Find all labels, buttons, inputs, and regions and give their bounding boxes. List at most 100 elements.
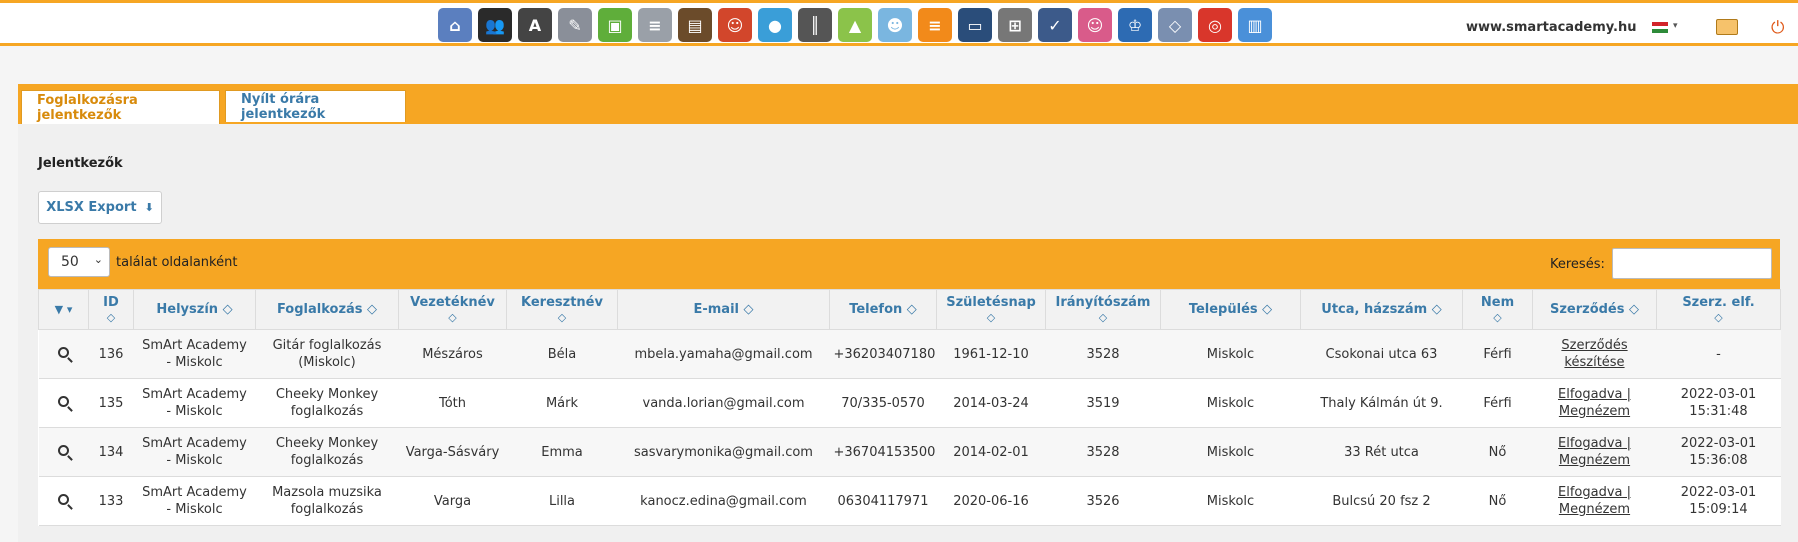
column-header-szerz_elf[interactable]: Szerz. elf. ◇ [1656,289,1781,330]
column-header-szerzodes[interactable]: Szerződés ◇ [1532,289,1657,330]
cell-text: 3519 [1086,395,1120,411]
column-header-iranyitoszam[interactable]: Irányítószám ◇ [1045,289,1161,330]
diamond-icon[interactable]: ◇ [1158,8,1192,42]
database-icon[interactable]: ▥ [1238,8,1272,42]
column-header-filter[interactable]: ▼ ▾ [38,289,89,330]
contract-link[interactable]: Megnézem [1537,452,1653,469]
location-pin-icon[interactable]: ● [758,8,792,42]
kids-icon[interactable]: ☺ [1078,8,1112,42]
tab-foglalkozasra-jelentkezok[interactable]: Foglalkozásra jelentkezők [21,90,220,124]
cell-text: Bulcsú 20 fsz 2 [1332,493,1431,509]
cell-text: +36704153500 [833,444,936,460]
cell-text: 06304117971 [837,493,929,509]
magnifier-icon[interactable] [58,346,69,358]
sort-filter-icon[interactable]: ▼ ▾ [55,303,73,316]
piano-icon[interactable]: ║ [798,8,832,42]
id-card-icon[interactable] [1716,19,1738,35]
landscape-icon[interactable]: ▲ [838,8,872,42]
cell-szuletesnap: 2014-03-24 [936,378,1046,428]
newspaper-icon[interactable]: ≡ [638,8,672,42]
column-header-email[interactable]: E-mail ◇ [617,289,830,330]
sort-icon[interactable]: ◇ [1463,310,1532,325]
contract-link[interactable]: Elfogadva | [1537,386,1653,403]
magnifier-icon[interactable] [58,444,69,456]
search-input[interactable] [1612,248,1772,279]
chevron-down-icon[interactable]: ▾ [1673,21,1678,31]
cell-utca: 33 Rét utca [1300,427,1463,477]
checklist-icon[interactable]: ✓ [1038,8,1072,42]
power-icon[interactable]: ⏻ [1771,18,1784,38]
chat-icon[interactable]: ≡ [918,8,952,42]
cell-szerzodes[interactable]: Elfogadva | Megnézem [1532,378,1657,428]
column-header-nem[interactable]: Nem ◇ [1462,289,1533,330]
contract-link[interactable]: Elfogadva | [1537,484,1653,501]
cell-iranyitoszam: 3519 [1045,378,1161,428]
cell-text: 3526 [1086,493,1120,509]
row-view-cell [38,378,89,428]
cell-szerzodes[interactable]: Szerződés készítése [1532,329,1657,379]
tab-nyilt-orara-jelentkezok[interactable]: Nyílt órára jelentkezők [225,90,406,122]
column-header-label: Nem [1480,294,1515,310]
column-header-label: Irányítószám [1055,294,1151,310]
wallet-icon[interactable]: ▤ [678,8,712,42]
sort-icon[interactable]: ◇ [507,310,617,325]
column-header-vezeteknev[interactable]: Vezetéknév ◇ [398,289,507,330]
column-header-foglalkozas[interactable]: Foglalkozás ◇ [255,289,399,330]
contract-link[interactable]: Megnézem [1537,501,1653,518]
person-icon[interactable]: ☻ [878,8,912,42]
column-header-keresztnev[interactable]: Keresztnév ◇ [506,289,618,330]
hungarian-flag-icon[interactable] [1652,22,1668,34]
column-header-helyszin[interactable]: Helyszín ◇ [133,289,256,330]
magnifier-icon[interactable] [58,395,69,407]
sort-icon[interactable]: ◇ [1046,310,1160,325]
cell-vezeteknev: Varga-Sásváry [398,427,507,477]
cell-text: Miskolc [1206,493,1255,509]
cell-nem: Férfi [1462,378,1533,428]
cell-helyszin: SmArt Academy - Miskolc [133,427,256,477]
graduation-icon[interactable]: ♔ [1118,8,1152,42]
cell-text: 70/335-0570 [841,395,925,411]
cell-telepules: Miskolc [1160,378,1301,428]
sort-icon[interactable]: ◇ [399,310,506,325]
cell-line: 15:31:48 [1689,404,1748,419]
translate-icon[interactable]: A [518,8,552,42]
cell-text: kanocz.edina@gmail.com [640,493,807,509]
column-header-szuletesnap[interactable]: Születésnap ◇ [936,289,1046,330]
page-size-select[interactable]: 50 ⌄ [48,247,110,277]
sort-icon[interactable]: ◇ [89,310,133,325]
sort-icon[interactable]: ◇ [937,310,1045,325]
slides-icon[interactable]: ▣ [598,8,632,42]
magnifier-icon[interactable] [58,493,69,505]
cell-line: SmArt Academy [142,436,247,451]
contract-link[interactable]: Megnézem [1537,403,1653,420]
users-icon[interactable]: ☺ [718,8,752,42]
column-header-telepules[interactable]: Település ◇ [1160,289,1301,330]
cell-text: 136 [98,346,124,362]
cell-text: 135 [98,395,124,411]
column-header-label: E-mail ◇ [693,302,754,317]
cell-email: vanda.lorian@gmail.com [617,378,830,428]
column-header-utca[interactable]: Utca, házszám ◇ [1300,289,1463,330]
xlsx-export-button[interactable]: XLSX Export ⬇ [38,191,162,224]
target-icon[interactable]: ◎ [1198,8,1232,42]
cell-iranyitoszam: 3528 [1045,329,1161,379]
cell-line: foglalkozás [290,453,364,468]
column-header-label: Szerződés ◇ [1549,302,1640,317]
applicants-table: ▼ ▾ ID ◇ Helyszín ◇ Foglalkozás ◇ Vezetéknév ◇… [38,289,1781,526]
school-icon[interactable]: ⌂ [438,8,472,42]
contract-link[interactable]: Szerződés [1537,337,1653,354]
notebook-icon[interactable]: ✎ [558,8,592,42]
sort-icon[interactable]: ◇ [1657,310,1780,325]
row-view-cell [38,427,89,477]
site-url[interactable]: www.smartacademy.hu [1466,20,1636,35]
group-icon[interactable]: 👥 [478,8,512,42]
cell-szerzodes[interactable]: Elfogadva | Megnézem [1532,476,1657,526]
presentation-icon[interactable]: ⊞ [998,8,1032,42]
contract-link[interactable]: Elfogadva | [1537,435,1653,452]
row-view-cell [38,476,89,526]
column-header-id[interactable]: ID ◇ [88,289,134,330]
contract-link[interactable]: készítése [1537,354,1653,371]
laptop-icon[interactable]: ▭ [958,8,992,42]
cell-szerzodes[interactable]: Elfogadva | Megnézem [1532,427,1657,477]
column-header-telefon[interactable]: Telefon ◇ [829,289,937,330]
